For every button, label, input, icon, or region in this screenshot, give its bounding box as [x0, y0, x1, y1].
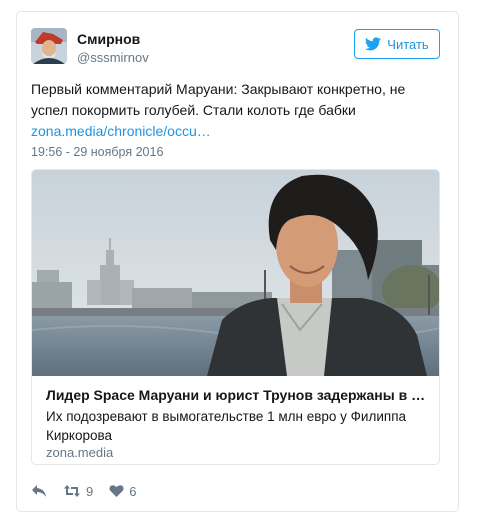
follow-button[interactable]: Читать	[354, 29, 440, 59]
reply-icon	[32, 485, 46, 497]
news-photo-image	[32, 170, 439, 376]
author-avatar[interactable]	[31, 28, 67, 64]
retweet-count: 9	[86, 483, 94, 499]
follow-button-label: Читать	[387, 36, 429, 52]
author-name[interactable]: Смирнов	[77, 31, 140, 47]
link-preview-card[interactable]: Лидер Space Маруани и юрист Трунов задер…	[31, 169, 440, 465]
tweet-timestamp[interactable]: 19:56 - 29 ноября 2016	[31, 145, 163, 159]
like-button[interactable]: 6	[109, 484, 136, 499]
tweet-text: Первый комментарий Маруани: Закрывают ко…	[31, 79, 426, 142]
tweet-body: Первый комментарий Маруани: Закрывают ко…	[31, 81, 406, 118]
author-handle[interactable]: @sssmirnov	[77, 50, 149, 65]
reply-button[interactable]	[31, 484, 47, 498]
tweet-actions: 9 6	[31, 482, 152, 500]
like-count: 6	[129, 483, 137, 499]
tweet-link[interactable]: zona.media/chronicle/occu…	[31, 121, 426, 142]
heart-icon	[109, 485, 124, 497]
card-title: Лидер Space Маруани и юрист Трунов задер…	[46, 387, 431, 403]
card-domain: zona.media	[46, 445, 114, 460]
retweet-button[interactable]: 9	[63, 484, 93, 499]
tweet-card: Смирнов @sssmirnov Читать Первый коммент…	[16, 11, 459, 512]
twitter-bird-icon	[365, 37, 382, 51]
card-description: Их подозревают в вымогательстве 1 млн ев…	[46, 409, 407, 443]
retweet-icon	[64, 485, 80, 497]
user-avatar-icon	[31, 28, 67, 64]
